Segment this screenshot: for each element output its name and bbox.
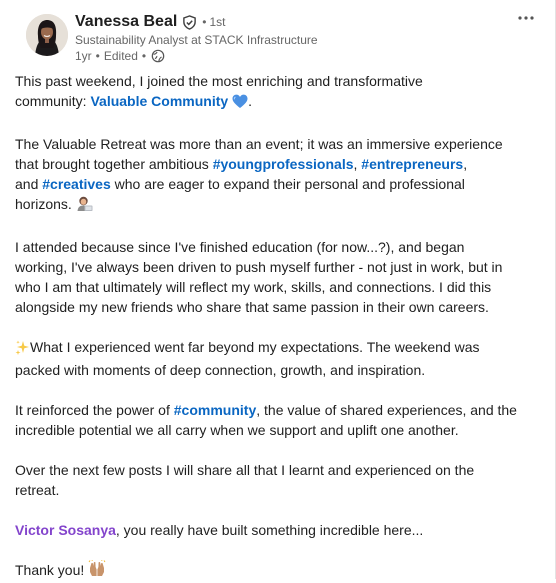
post-text: that brought together ambitious bbox=[15, 156, 213, 172]
post-text: horizons. bbox=[15, 196, 76, 212]
post-text: , bbox=[463, 156, 468, 172]
post-header: Vanessa Beal • 1st Sustainability Analys… bbox=[0, 0, 556, 70]
mention-victor-sosanya[interactable]: Victor Sosanya bbox=[15, 522, 116, 538]
post-text: I attended because since I've finished e… bbox=[15, 239, 465, 255]
post-paragraph: What I experienced went far beyond my ex… bbox=[15, 337, 545, 380]
globe-icon bbox=[151, 49, 165, 63]
raising-hands-emoji bbox=[88, 559, 106, 583]
separator-dot: • bbox=[202, 15, 207, 29]
post-text: What I experienced went far beyond my ex… bbox=[30, 339, 480, 355]
post-paragraph: Thank you! bbox=[15, 559, 545, 583]
more-options-button[interactable] bbox=[510, 6, 542, 30]
post-text: alongside my new friends who share that … bbox=[15, 299, 489, 315]
post-text: Thank you! bbox=[15, 562, 89, 578]
post-text: The Valuable Retreat was more than an ev… bbox=[15, 136, 503, 152]
post-paragraph: Victor Sosanya, you really have built so… bbox=[15, 520, 545, 540]
author-name-row: Vanessa Beal • 1st bbox=[75, 11, 226, 33]
post-paragraph: It reinforced the power of #community, t… bbox=[15, 400, 545, 440]
connection-degree: 1st bbox=[209, 15, 226, 29]
post-text: . bbox=[248, 93, 252, 109]
post-paragraph: I attended because since I've finished e… bbox=[15, 237, 545, 317]
post-body: This past weekend, I joined the most enr… bbox=[15, 71, 545, 583]
more-options-icon bbox=[518, 16, 534, 20]
separator-dot: • bbox=[141, 49, 147, 63]
post-text: , you really have built something incred… bbox=[115, 522, 424, 538]
post-text: Over the next few posts I will share all… bbox=[15, 462, 475, 478]
post-text: and bbox=[15, 176, 43, 192]
author-headline: Sustainability Analyst at STACK Infrastr… bbox=[75, 33, 318, 47]
post-card: Vanessa Beal • 1st Sustainability Analys… bbox=[0, 0, 556, 579]
author-name[interactable]: Vanessa Beal bbox=[75, 13, 177, 31]
post-paragraph: The Valuable Retreat was more than an ev… bbox=[15, 134, 545, 217]
post-text: It reinforced the power of bbox=[15, 402, 174, 418]
blue-heart-emoji bbox=[232, 94, 248, 114]
sparkles-emoji bbox=[15, 340, 30, 360]
hashtag-community[interactable]: #community bbox=[174, 402, 256, 418]
post-meta: 1yr • Edited • bbox=[75, 49, 165, 63]
post-text: community: bbox=[15, 93, 91, 109]
valuable-community-link[interactable]: Valuable Community bbox=[90, 93, 228, 109]
hashtag-youngprofessionals[interactable]: #youngprofessionals bbox=[213, 156, 354, 172]
post-text: This past weekend, I joined the most enr… bbox=[15, 73, 423, 89]
hashtag-creatives[interactable]: #creatives bbox=[42, 176, 111, 192]
post-age[interactable]: 1yr bbox=[75, 49, 92, 63]
post-text: who are eager to expand their personal a… bbox=[110, 176, 465, 192]
post-text: working, I've always been driven to push… bbox=[15, 259, 503, 275]
post-text: retreat. bbox=[15, 482, 60, 498]
woman-technologist-emoji bbox=[76, 195, 93, 217]
post-paragraph: Over the next few posts I will share all… bbox=[15, 460, 545, 500]
post-text: , the value of shared experiences, and t… bbox=[256, 402, 517, 418]
verified-shield-icon bbox=[182, 14, 197, 30]
avatar[interactable] bbox=[26, 14, 68, 56]
post-text: packed with moments of deep connection, … bbox=[15, 362, 426, 378]
edited-label: Edited bbox=[103, 49, 138, 63]
post-text: who I am that ultimately will reflect my… bbox=[15, 279, 492, 295]
post-paragraph: This past weekend, I joined the most enr… bbox=[15, 71, 545, 114]
separator-dot: • bbox=[95, 49, 100, 63]
hashtag-entrepreneurs[interactable]: #entrepreneurs bbox=[361, 156, 463, 172]
post-text: incredible potential we all carry when w… bbox=[15, 422, 459, 438]
